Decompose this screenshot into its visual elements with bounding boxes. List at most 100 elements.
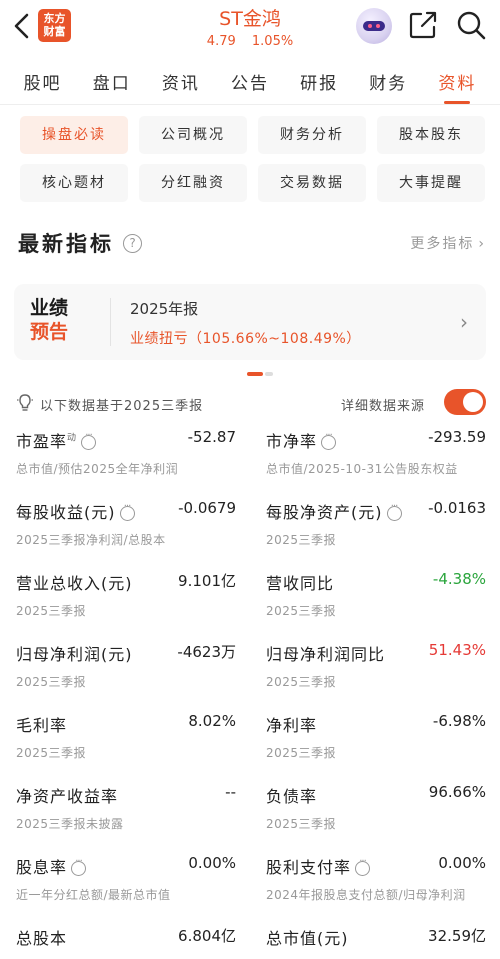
metric-cell: 每股净资产(元) -0.0163 2025三季报	[266, 495, 486, 566]
metric-label-wrap: 每股净资产(元)	[266, 499, 402, 523]
forecast-divider	[110, 298, 111, 346]
metric-label-wrap: 负债率	[266, 783, 317, 807]
toggle-knob	[463, 392, 483, 412]
tab-profile[interactable]: 资料	[436, 61, 478, 102]
carousel-indicator	[247, 372, 275, 376]
metric-label-wrap: 归母净利润同比	[266, 641, 385, 665]
more-info-icon[interactable]	[81, 430, 97, 450]
metric-subtext: 2025三季报	[266, 817, 337, 831]
metric-row: 营业总收入(元) 9.101亿 2025三季报 营收同比 -4.38% 2025三季报	[16, 566, 488, 637]
metric-label-wrap: 总股本	[16, 925, 67, 949]
metric-value: -52.87	[187, 428, 236, 446]
more-indicators-label: 更多指标	[410, 236, 475, 252]
ai-assistant-robot-icon[interactable]	[356, 8, 392, 44]
metric-label: 净利率	[266, 716, 318, 735]
data-source-label: 详细数据来源	[341, 399, 426, 414]
metric-label-wrap: 归母净利润(元)	[16, 641, 133, 665]
metric-value: 51.43%	[428, 641, 486, 659]
more-info-icon[interactable]	[71, 856, 87, 876]
metric-cell: 净利率 -6.98% 2025三季报	[266, 708, 486, 779]
metric-label: 总股本	[16, 929, 68, 948]
metric-value: -6.98%	[432, 712, 486, 730]
metric-cell: 股利支付率 0.00% 2024年报股息支付总额/归母净利润	[266, 850, 486, 921]
metric-label-wrap: 每股收益(元)	[16, 499, 135, 523]
metric-cell: 总股本 6.804亿	[16, 921, 236, 959]
earnings-forecast-card[interactable]: 业绩 预告 2025年报 业绩扭亏（105.66%~108.49%） ›	[14, 284, 486, 360]
metric-row: 每股收益(元) -0.0679 2025三季报净利润/总股本 每股净资产(元) -0.0…	[16, 495, 488, 566]
tab-guba[interactable]: 股吧	[22, 61, 64, 102]
help-icon[interactable]: ?	[123, 234, 142, 253]
metric-subtext: 总市值/2025-10-31公告股东权益	[266, 462, 458, 476]
metric-label-wrap: 股息率	[16, 854, 87, 878]
stock-change-pct: 1.05%	[251, 34, 294, 49]
metric-label: 每股收益(元)	[16, 503, 116, 522]
metric-cell: 毛利率 8.02% 2025三季报	[16, 708, 236, 779]
metric-value: -4.38%	[432, 570, 486, 588]
metric-label: 净资产收益率	[16, 787, 119, 806]
subtab-major-events[interactable]: 大事提醒	[377, 164, 485, 202]
subtab-must-read[interactable]: 操盘必读	[20, 116, 128, 154]
tabs-divider	[0, 104, 500, 105]
lightbulb-icon	[17, 394, 33, 411]
profile-subtabs: 操盘必读 公司概况 财务分析 股本股东 核心题材 分红融资 交易数据 大事提醒	[20, 116, 486, 202]
metric-value: --	[225, 783, 236, 801]
earnings-forecast-badge: 业绩 预告	[30, 297, 69, 343]
subtab-company-overview[interactable]: 公司概况	[139, 116, 247, 154]
metric-subtext: 2024年报股息支付总额/归母净利润	[266, 888, 466, 902]
tab-finance[interactable]: 财务	[367, 61, 409, 102]
stock-price: 4.79	[206, 34, 236, 49]
metric-subtext: 总市值/预估2025全年净利润	[16, 462, 179, 476]
metric-cell: 归母净利润(元) -4623万 2025三季报	[16, 637, 236, 708]
subtab-financial-analysis[interactable]: 财务分析	[258, 116, 366, 154]
metric-value: 96.66%	[428, 783, 486, 801]
tab-research[interactable]: 研报	[298, 61, 340, 102]
metric-label: 归母净利润(元)	[16, 645, 133, 664]
metric-label: 毛利率	[16, 716, 68, 735]
more-info-icon[interactable]	[386, 501, 402, 521]
metric-cell: 归母净利润同比 51.43% 2025三季报	[266, 637, 486, 708]
metric-cell: 负债率 96.66% 2025三季报	[266, 779, 486, 850]
share-icon[interactable]	[408, 10, 438, 40]
metric-cell: 股息率 0.00% 近一年分红总额/最新总市值	[16, 850, 236, 921]
data-source-toggle[interactable]	[444, 389, 486, 415]
metric-label-wrap: 市盈率动	[16, 428, 97, 452]
metric-row: 总股本 6.804亿 总市值(元) 32.59亿	[16, 921, 488, 959]
subtab-dividends-financing[interactable]: 分红融资	[139, 164, 247, 202]
metric-label: 负债率	[266, 787, 318, 806]
search-icon[interactable]	[456, 10, 486, 40]
data-basis-note: 以下数据基于2025三季报	[40, 399, 204, 414]
metric-cell: 市净率 -293.59 总市值/2025-10-31公告股东权益	[266, 424, 486, 495]
metric-label: 股利支付率	[266, 858, 352, 877]
forecast-description: 业绩扭亏（105.66%~108.49%）	[130, 331, 361, 347]
more-indicators-link[interactable]: 更多指标 ›	[410, 233, 486, 253]
app-header: 东方 财富 ST金鸿 4.79 1.05%	[0, 0, 500, 58]
metric-label-wrap: 净资产收益率	[16, 783, 118, 807]
tab-announcements[interactable]: 公告	[229, 61, 271, 102]
carousel-dot	[265, 372, 273, 376]
subtab-shareholders[interactable]: 股本股东	[377, 116, 485, 154]
chevron-right-icon: ›	[478, 236, 486, 252]
metric-label: 股息率	[16, 858, 68, 877]
metric-label-wrap: 市净率	[266, 428, 337, 452]
metric-value: 0.00%	[438, 854, 486, 872]
metric-value: 6.804亿	[178, 927, 236, 945]
metric-subtext: 2025三季报	[266, 604, 337, 618]
tab-pankou[interactable]: 盘口	[91, 61, 133, 102]
more-info-icon[interactable]	[119, 501, 135, 521]
metric-value: 32.59亿	[428, 927, 486, 945]
subtab-trading-data[interactable]: 交易数据	[258, 164, 366, 202]
metric-subtext: 2025三季报	[266, 746, 337, 760]
metric-subtext: 2025三季报	[16, 746, 87, 760]
metric-label: 营业总收入(元)	[16, 574, 133, 593]
chevron-right-icon: ›	[460, 310, 468, 334]
metric-label-superscript: 动	[67, 433, 78, 444]
subtab-core-themes[interactable]: 核心题材	[20, 164, 128, 202]
metric-label: 总市值(元)	[266, 929, 349, 948]
metric-subtext: 近一年分红总额/最新总市值	[16, 888, 171, 902]
tab-news[interactable]: 资讯	[160, 61, 202, 102]
metric-label-wrap: 毛利率	[16, 712, 67, 736]
more-info-icon[interactable]	[321, 430, 337, 450]
metric-cell: 市盈率动 -52.87 总市值/预估2025全年净利润	[16, 424, 236, 495]
more-info-icon[interactable]	[355, 856, 371, 876]
metric-label-wrap: 总市值(元)	[266, 925, 349, 949]
